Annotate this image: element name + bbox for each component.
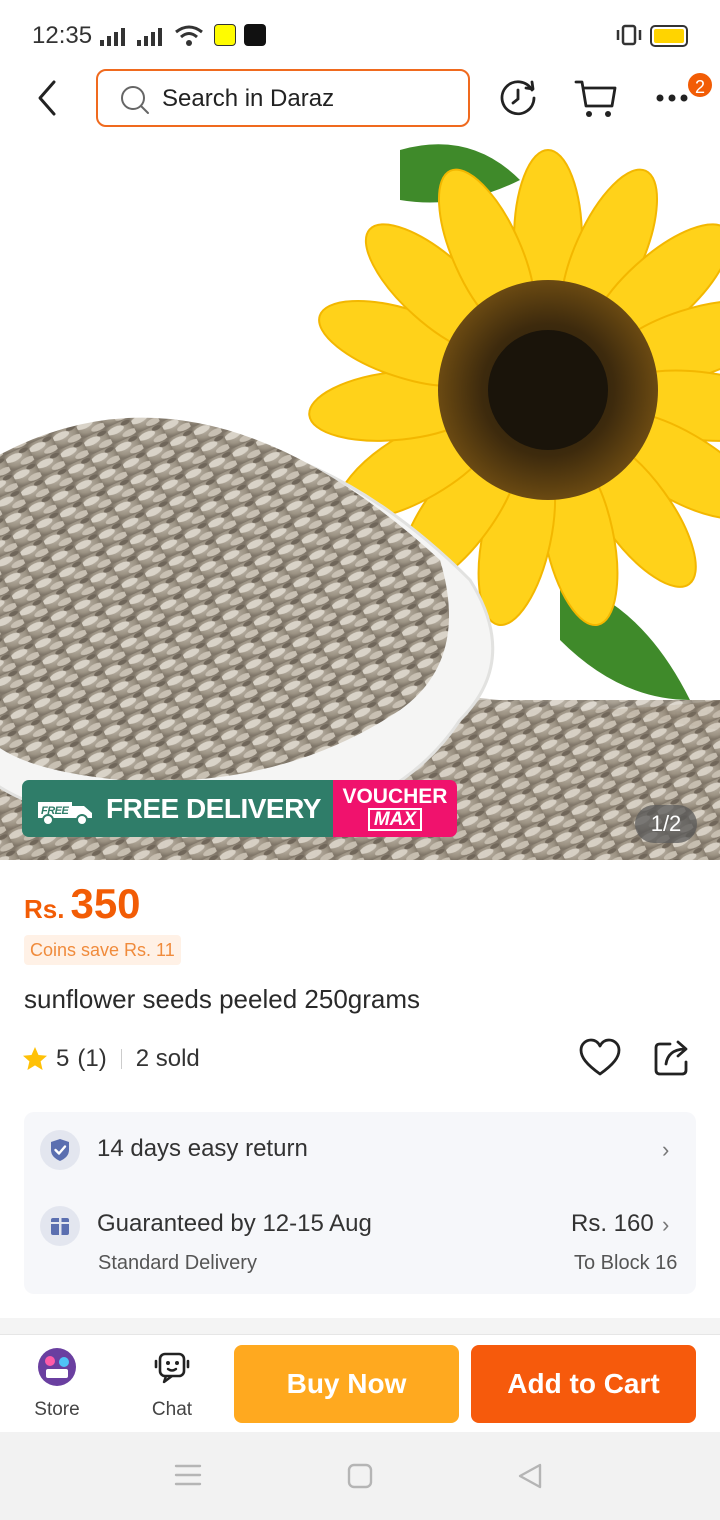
chat-label: Chat bbox=[151, 1399, 193, 1420]
store-avatar-icon bbox=[38, 1348, 76, 1386]
vibrate-icon bbox=[616, 24, 642, 46]
back-button[interactable] bbox=[26, 76, 70, 120]
menu-nav-icon[interactable] bbox=[174, 1462, 202, 1488]
share-icon[interactable] bbox=[652, 1036, 694, 1080]
voucher-line1: VOUCHER bbox=[342, 785, 448, 808]
signal-icon-2 bbox=[137, 28, 162, 46]
price-currency: Rs. bbox=[24, 894, 65, 924]
divider bbox=[120, 1049, 122, 1069]
coins-save-badge: Coins save Rs. 11 bbox=[24, 935, 181, 965]
free-tag-text: FREE bbox=[41, 805, 70, 817]
free-delivery-tag: FREE FREE DELIVERY bbox=[22, 780, 333, 837]
store-label: Store bbox=[34, 1399, 80, 1420]
buy-now-button[interactable]: Buy Now bbox=[234, 1345, 459, 1423]
product-title: sunflower seeds peeled 250grams bbox=[24, 984, 421, 1014]
bottom-action-bar: Store Chat Buy Now Add to Cart bbox=[0, 1334, 720, 1432]
back-nav-icon[interactable] bbox=[516, 1462, 544, 1490]
sold-count: 2 sold bbox=[135, 1045, 200, 1072]
home-nav-icon[interactable] bbox=[346, 1462, 374, 1490]
star-icon bbox=[23, 1047, 47, 1070]
search-placeholder: Search in Daraz bbox=[162, 85, 335, 112]
add-to-cart-button[interactable]: Add to Cart bbox=[471, 1345, 696, 1423]
free-delivery-text: FREE DELIVERY bbox=[106, 792, 321, 824]
rating-row[interactable]: 5 (1) 2 sold bbox=[22, 1042, 200, 1076]
product-image bbox=[0, 140, 720, 860]
cart-icon[interactable] bbox=[574, 76, 618, 120]
rating-value: 5 bbox=[56, 1045, 70, 1072]
return-text: 14 days easy return bbox=[97, 1135, 308, 1162]
chevron-right-icon: › bbox=[662, 1212, 670, 1237]
price-amount: 350 bbox=[70, 880, 141, 927]
delivery-truck-icon: FREE bbox=[38, 801, 92, 826]
service-delivery-card: 14 days easy return › Guaranteed by 12-1… bbox=[24, 1112, 696, 1294]
gift-box-icon bbox=[40, 1206, 80, 1246]
chat-button[interactable]: Chat bbox=[132, 1347, 212, 1421]
cart-badge: 2 bbox=[686, 71, 714, 99]
voucher-line2: MAX bbox=[367, 808, 423, 831]
delivery-fee: Rs. 160 bbox=[571, 1210, 654, 1237]
image-pager: 1/2 bbox=[635, 805, 697, 843]
voucher-max-tag: VOUCHER MAX bbox=[332, 780, 457, 837]
chevron-right-icon: › bbox=[662, 1137, 670, 1162]
rating-count: (1) bbox=[77, 1045, 107, 1072]
system-nav-bar bbox=[0, 1432, 720, 1520]
free-delivery-banner: FREE FREE DELIVERY VOUCHER MAX bbox=[22, 780, 457, 837]
section-divider bbox=[0, 1318, 720, 1334]
history-icon[interactable] bbox=[496, 76, 540, 120]
delivery-destination: To Block 16 bbox=[574, 1252, 678, 1274]
top-bar: Search in Daraz 2 bbox=[0, 64, 720, 136]
snapchat-icon bbox=[214, 24, 236, 46]
store-button[interactable]: Store bbox=[17, 1347, 97, 1421]
delivery-type: Standard Delivery bbox=[98, 1252, 257, 1274]
tiktok-icon bbox=[244, 24, 266, 46]
shield-check-icon bbox=[40, 1130, 80, 1170]
product-price: Rs. 350 bbox=[24, 880, 141, 928]
status-bar: 12:35 bbox=[0, 0, 720, 64]
signal-icon bbox=[100, 28, 125, 46]
guarantee-text: Guaranteed by 12-15 Aug bbox=[97, 1210, 372, 1237]
chat-bot-icon bbox=[154, 1352, 190, 1384]
wifi-icon bbox=[175, 25, 203, 46]
wishlist-heart-icon[interactable] bbox=[578, 1036, 622, 1080]
search-input[interactable]: Search in Daraz bbox=[96, 69, 470, 127]
status-time: 12:35 bbox=[32, 22, 93, 49]
search-icon bbox=[121, 86, 149, 114]
product-image-carousel[interactable]: FREE FREE DELIVERY VOUCHER MAX 1/2 bbox=[0, 140, 720, 860]
battery-icon bbox=[650, 25, 688, 47]
